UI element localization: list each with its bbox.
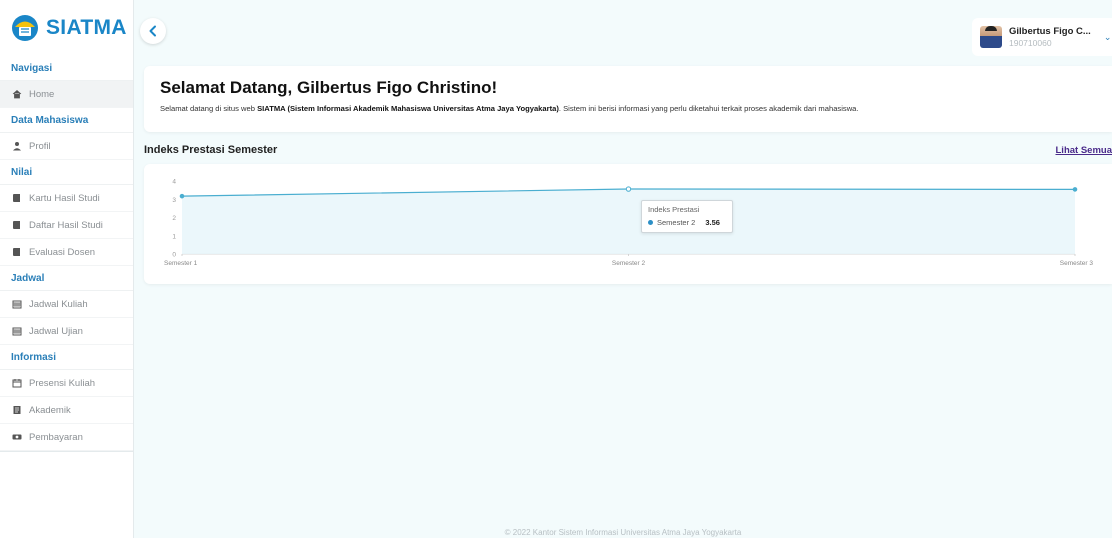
sidebar-item-jadwal-ujian[interactable]: Jadwal Ujian [0, 318, 133, 345]
y-tick-label: 3 [172, 197, 176, 204]
welcome-desc-bold: SIATMA (Sistem Informasi Akademik Mahasi… [257, 104, 559, 113]
avatar [980, 26, 1002, 48]
sidebar-item-home[interactable]: Home [0, 81, 133, 108]
home-icon [12, 89, 22, 99]
data-point [1072, 187, 1078, 192]
chevron-left-icon [149, 25, 156, 37]
book-icon [12, 247, 22, 257]
sidebar-item-label: Home [29, 88, 55, 100]
footer: © 2022 Kantor Sistem Informasi Universit… [504, 528, 742, 537]
y-tick-label: 2 [172, 215, 176, 222]
sidebar-section-informasi: Informasi [0, 345, 133, 370]
data-point [625, 186, 632, 192]
sidebar-divider [0, 451, 133, 452]
sidebar-section-navigasi: Navigasi [0, 56, 133, 81]
y-tick-label: 4 [172, 179, 176, 186]
user-id: 190710060 [1009, 37, 1052, 48]
tooltip-title: Indeks Prestasi [648, 205, 700, 214]
ip-section-title: Indeks Prestasi Semester [144, 144, 278, 156]
sidebar-item-label: Presensi Kuliah [29, 377, 96, 389]
welcome-description: Selamat datang di situs web SIATMA (Sist… [160, 104, 1112, 113]
sidebar-item-label: Kartu Hasil Studi [29, 192, 100, 204]
user-name: Gilbertus Figo C... [1009, 26, 1091, 38]
calendar-icon [12, 299, 22, 309]
sidebar-item-jadwal-kuliah[interactable]: Jadwal Kuliah [0, 291, 133, 318]
x-tick-label: Semester 1 [164, 260, 198, 267]
sidebar-item-daftar-hasil-studi[interactable]: Daftar Hasil Studi [0, 212, 133, 239]
welcome-desc-end: . Sistem ini berisi informasi yang perlu… [558, 104, 859, 113]
tooltip-label: Semester 2 [657, 218, 696, 227]
welcome-title: Selamat Datang, Gilbertus Figo Christino… [160, 78, 498, 97]
chart-tooltip: Indeks Prestasi Semester 2 3.56 [641, 200, 733, 233]
sidebar-section-jadwal: Jadwal [0, 266, 133, 291]
sidebar-item-profil[interactable]: Profil [0, 133, 133, 160]
see-all-link[interactable]: Lihat Semua [1056, 145, 1112, 156]
sidebar-section-data-mahasiswa: Data Mahasiswa [0, 108, 133, 133]
data-point [179, 193, 185, 199]
user-icon [12, 141, 22, 151]
sidebar-item-label: Jadwal Ujian [29, 325, 83, 337]
user-menu[interactable]: Gilbertus Figo C... 190710060 ⌄ [972, 18, 1112, 56]
ip-chart-card: 0 1 2 3 4 Semester 1 Semester 2 Semester 3 Inde… [144, 164, 1112, 284]
document-icon [12, 405, 22, 415]
book-icon [12, 220, 22, 230]
welcome-card: Selamat Datang, Gilbertus Figo Christino… [144, 66, 1112, 132]
sidebar-item-kartu-hasil-studi[interactable]: Kartu Hasil Studi [0, 185, 133, 212]
sidebar-item-label: Evaluasi Dosen [29, 246, 96, 258]
sidebar-item-pembayaran[interactable]: Pembayaran [0, 424, 133, 451]
siatma-logo-icon [12, 15, 38, 41]
sidebar-section-nilai: Nilai [0, 160, 133, 185]
app-logo[interactable]: SIATMA [0, 0, 133, 56]
calendar-outline-icon [12, 378, 22, 388]
collapse-sidebar-button[interactable] [140, 18, 166, 44]
sidebar-item-label: Profil [29, 140, 51, 152]
chevron-down-icon: ⌄ [1103, 31, 1112, 42]
sidebar-item-akademik[interactable]: Akademik [0, 397, 133, 424]
book-icon [12, 193, 22, 203]
x-tick-label: Semester 2 [612, 260, 646, 267]
money-icon [12, 432, 22, 442]
calendar-icon [12, 326, 22, 336]
sidebar-item-label: Jadwal Kuliah [29, 298, 88, 310]
y-tick-label: 0 [172, 252, 176, 259]
sidebar-item-label: Daftar Hasil Studi [29, 219, 103, 231]
y-tick-label: 1 [172, 233, 176, 240]
sidebar-item-evaluasi-dosen[interactable]: Evaluasi Dosen [0, 239, 133, 266]
ip-chart: 0 1 2 3 4 Semester 1 Semester 2 Semester 3 [164, 179, 1094, 268]
app-name: SIATMA [46, 16, 127, 39]
sidebar-item-presensi-kuliah[interactable]: Presensi Kuliah [0, 370, 133, 397]
welcome-desc-start: Selamat datang di situs web [160, 104, 258, 113]
tooltip-series-dot [648, 220, 653, 225]
sidebar-item-label: Akademik [29, 404, 71, 416]
sidebar: SIATMA Navigasi Home Data Mahasiswa Profil N… [0, 0, 134, 538]
x-tick-label: Semester 3 [1060, 260, 1094, 267]
series-area [182, 189, 1075, 254]
tooltip-value: 3.56 [705, 218, 720, 227]
sidebar-nav: Navigasi Home Data Mahasiswa Profil Nilai Kar… [0, 56, 133, 452]
sidebar-item-label: Pembayaran [29, 431, 83, 443]
